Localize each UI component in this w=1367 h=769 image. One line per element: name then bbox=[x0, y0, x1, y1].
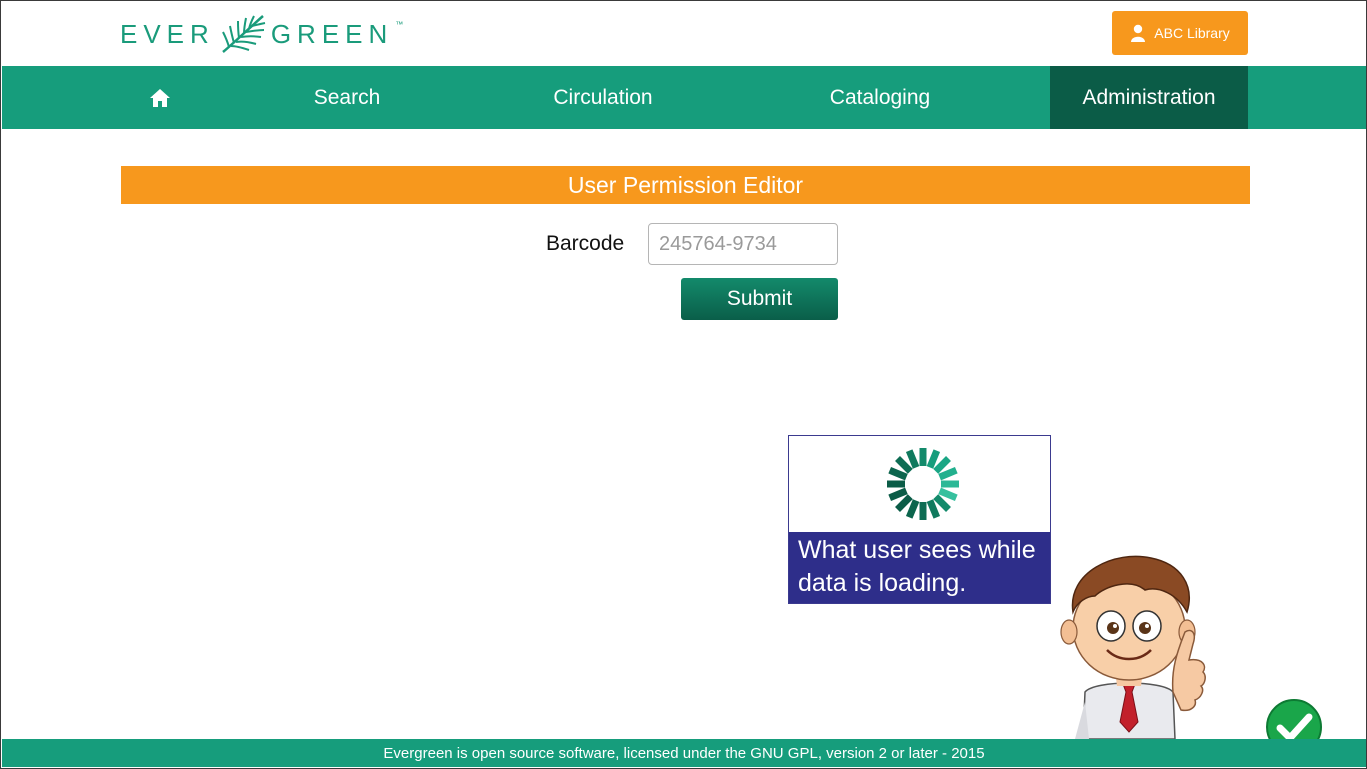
thumbs-up-mascot-icon bbox=[1060, 555, 1206, 739]
loading-caption: What user sees while data is loading. bbox=[789, 532, 1050, 603]
main-nav: Search Circulation Cataloging Administra… bbox=[2, 66, 1366, 129]
loading-spinner-icon bbox=[887, 448, 959, 520]
nav-administration[interactable]: Administration bbox=[1050, 66, 1248, 129]
logo-text-left: EVER bbox=[120, 18, 215, 49]
nav-home[interactable] bbox=[120, 66, 200, 129]
page-title: User Permission Editor bbox=[121, 166, 1250, 204]
evergreen-logo[interactable]: EVER GREEN ™ bbox=[120, 10, 403, 58]
user-library-label: ABC Library bbox=[1154, 25, 1230, 41]
user-library-button[interactable]: ABC Library bbox=[1112, 11, 1248, 55]
logo-text-right: GREEN bbox=[270, 18, 394, 49]
user-icon bbox=[1131, 24, 1146, 42]
fern-icon bbox=[221, 15, 266, 53]
submit-button[interactable]: Submit bbox=[681, 278, 838, 320]
trademark-symbol: ™ bbox=[395, 19, 404, 29]
nav-cataloging[interactable]: Cataloging bbox=[802, 66, 958, 129]
loading-note: What user sees while data is loading. bbox=[788, 435, 1051, 604]
nav-search[interactable]: Search bbox=[270, 66, 424, 129]
home-icon bbox=[150, 88, 170, 107]
footer: Evergreen is open source software, licen… bbox=[2, 739, 1366, 767]
nav-circulation[interactable]: Circulation bbox=[522, 66, 684, 129]
barcode-input[interactable] bbox=[648, 223, 838, 265]
barcode-label: Barcode bbox=[546, 232, 625, 255]
